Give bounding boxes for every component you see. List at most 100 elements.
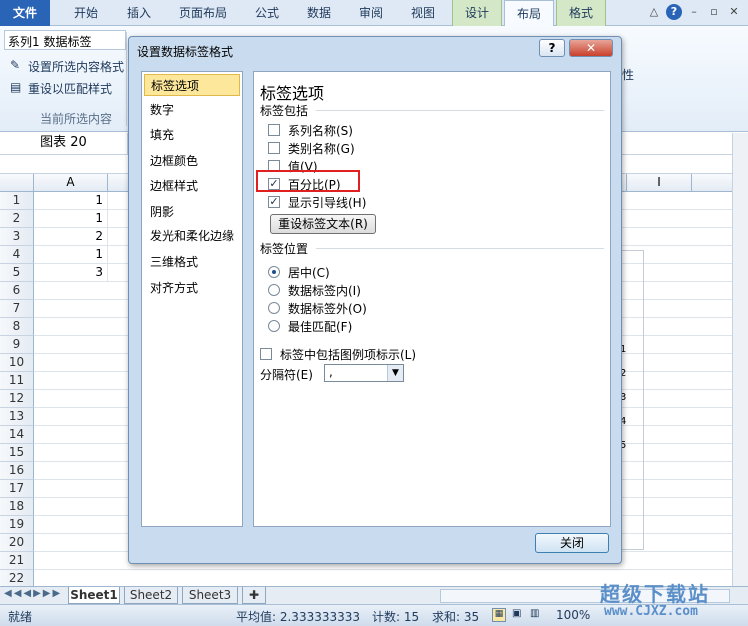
watermark-title: 超级下载站 <box>600 582 710 606</box>
nav-glow-soft-edges[interactable]: 发光和柔化边缘 <box>144 225 240 247</box>
nav-3d-format[interactable]: 三维格式 <box>144 251 240 273</box>
page-break-view-icon[interactable]: ▥ <box>530 608 539 619</box>
category-nav: 标签选项 数字 填充 边框颜色 边框样式 阴影 发光和柔化边缘 三维格式 对齐方… <box>141 71 243 527</box>
position-inside-end-label: 数据标签内(I) <box>288 284 361 298</box>
chevron-down-icon: ▼ <box>387 365 403 381</box>
format-selection-button[interactable]: 设置所选内容格式 <box>28 58 124 75</box>
tab-layout[interactable]: 布局 <box>504 0 554 27</box>
window-restore-icon[interactable]: ▫ <box>706 4 722 20</box>
tab-review[interactable]: 审阅 <box>348 0 394 26</box>
ribbon-minimize-icon[interactable]: △ <box>646 4 662 20</box>
window-close-icon[interactable]: ✕ <box>726 4 742 20</box>
dialog-close-x-button[interactable]: ✕ <box>569 39 613 57</box>
row-header[interactable]: 4 <box>0 246 34 264</box>
dialog-title: 设置数据标签格式 <box>137 45 234 59</box>
position-outside-end-radio[interactable] <box>268 302 280 314</box>
tab-insert[interactable]: 插入 <box>114 0 164 26</box>
position-outside-end-label: 数据标签外(O) <box>288 302 367 316</box>
nav-label-options[interactable]: 标签选项 <box>144 74 240 96</box>
row-header[interactable]: 11 <box>0 372 34 390</box>
sheet-nav-arrows-icon[interactable]: ◀◀◀▶▶▶ <box>4 588 62 599</box>
row-header[interactable]: 10 <box>0 354 34 372</box>
label-position-heading: 标签位置 <box>260 242 309 256</box>
category-name-checkbox[interactable] <box>268 142 280 154</box>
tab-home[interactable]: 开始 <box>58 0 114 26</box>
row-header[interactable]: 8 <box>0 318 34 336</box>
sheet-tab-3[interactable]: Sheet3 <box>182 587 238 604</box>
cell-a[interactable]: 1 <box>34 210 108 228</box>
cell-a[interactable]: 2 <box>34 228 108 246</box>
nav-shadow[interactable]: 阴影 <box>144 201 240 223</box>
dialog-help-button[interactable]: ? <box>539 39 565 57</box>
close-button[interactable]: 关闭 <box>535 533 609 553</box>
nav-fill[interactable]: 填充 <box>144 124 240 146</box>
label-contains-heading: 标签包括 <box>260 104 309 118</box>
page-layout-view-icon[interactable]: ▣ <box>512 608 521 619</box>
nav-border-style[interactable]: 边框样式 <box>144 175 240 197</box>
position-inside-end-radio[interactable] <box>268 284 280 296</box>
ribbon-properties-fragment: 性 <box>622 68 635 82</box>
help-icon[interactable]: ? <box>666 4 682 20</box>
row-header[interactable]: 21 <box>0 552 34 570</box>
tab-design[interactable]: 设计 <box>452 0 502 26</box>
reset-style-icon: ▤ <box>10 80 22 94</box>
status-ready: 就绪 <box>8 610 33 624</box>
row-header[interactable]: 13 <box>0 408 34 426</box>
leader-lines-checkbox[interactable]: ✓ <box>268 196 280 208</box>
window-minimize-icon[interactable]: – <box>686 4 702 20</box>
status-sum: 求和: 35 <box>432 610 480 624</box>
row-header[interactable]: 7 <box>0 300 34 318</box>
name-box[interactable]: 图表 20 <box>0 133 128 155</box>
row-header[interactable]: 17 <box>0 480 34 498</box>
nav-number[interactable]: 数字 <box>144 99 240 121</box>
tab-format[interactable]: 格式 <box>556 0 606 26</box>
tab-data[interactable]: 数据 <box>296 0 342 26</box>
row-header[interactable]: 9 <box>0 336 34 354</box>
sheet-tab-1[interactable]: Sheet1 <box>68 587 120 604</box>
selection-combo-value: 系列1 数据标签 <box>8 35 92 49</box>
row-header[interactable]: 5 <box>0 264 34 282</box>
highlight-box <box>256 170 360 192</box>
reset-style-button[interactable]: 重设以匹配样式 <box>28 80 112 97</box>
position-center-radio[interactable] <box>268 266 280 278</box>
watermark-url: www.CJXZ.com <box>604 604 698 619</box>
format-selection-icon: ✎ <box>10 58 21 72</box>
cell-a[interactable]: 3 <box>34 264 108 282</box>
reset-label-text-button[interactable]: 重设标签文本(R) <box>270 214 376 234</box>
legend-key-checkbox[interactable] <box>260 348 272 360</box>
column-header-i[interactable]: I <box>626 174 692 192</box>
insert-sheet-icon[interactable]: ✚ <box>242 587 266 604</box>
sheet-tab-2[interactable]: Sheet2 <box>124 587 178 604</box>
row-header[interactable]: 2 <box>0 210 34 228</box>
tab-view[interactable]: 视图 <box>400 0 446 26</box>
column-header-a[interactable]: A <box>34 174 108 192</box>
row-header[interactable]: 18 <box>0 498 34 516</box>
position-best-fit-radio[interactable] <box>268 320 280 332</box>
separator-select[interactable]: , ▼ <box>324 364 404 382</box>
format-data-labels-dialog: 设置数据标签格式 ? ✕ 标签选项 数字 填充 边框颜色 边框样式 阴影 发光和… <box>128 36 622 564</box>
normal-view-icon[interactable]: ▦ <box>492 608 506 622</box>
vertical-scrollbar[interactable] <box>732 133 748 586</box>
row-header[interactable]: 16 <box>0 462 34 480</box>
row-header[interactable]: 15 <box>0 444 34 462</box>
select-all-corner[interactable] <box>0 174 34 192</box>
series-name-checkbox[interactable] <box>268 124 280 136</box>
nav-border-color[interactable]: 边框颜色 <box>144 150 240 172</box>
chart-frame[interactable] <box>620 250 644 550</box>
tab-file[interactable]: 文件 <box>0 0 50 26</box>
row-header[interactable]: 6 <box>0 282 34 300</box>
row-header[interactable]: 3 <box>0 228 34 246</box>
zoom-level[interactable]: 100% <box>556 608 590 622</box>
category-name-label: 类别名称(G) <box>288 142 355 156</box>
cell-a[interactable]: 1 <box>34 246 108 264</box>
tab-formulas[interactable]: 公式 <box>244 0 290 26</box>
cell-a[interactable]: 1 <box>34 192 108 210</box>
row-header[interactable]: 19 <box>0 516 34 534</box>
row-header[interactable]: 14 <box>0 426 34 444</box>
tab-page-layout[interactable]: 页面布局 <box>170 0 236 26</box>
selection-combo[interactable]: 系列1 数据标签 <box>4 30 126 50</box>
row-header[interactable]: 20 <box>0 534 34 552</box>
row-header[interactable]: 12 <box>0 390 34 408</box>
row-header[interactable]: 1 <box>0 192 34 210</box>
nav-alignment[interactable]: 对齐方式 <box>144 277 240 299</box>
